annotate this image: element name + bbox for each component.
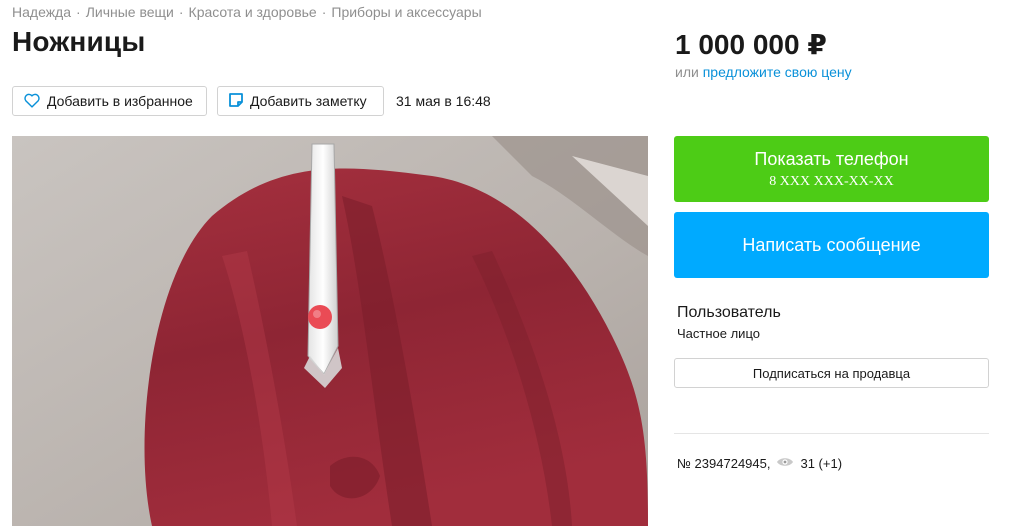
breadcrumb-item-beauty[interactable]: Красота и здоровье — [189, 4, 317, 20]
breadcrumb-separator: · — [178, 4, 184, 20]
breadcrumb-separator: · — [76, 4, 81, 20]
offer-prefix: или — [675, 64, 699, 80]
add-to-favorites-label: Добавить в избранное — [47, 93, 193, 109]
add-note-button[interactable]: Добавить заметку — [217, 86, 384, 116]
add-to-favorites-button[interactable]: Добавить в избранное — [12, 86, 207, 116]
breadcrumb-item-personal[interactable]: Личные вещи — [86, 4, 174, 20]
price: 1 000 000 ₽ — [675, 29, 827, 60]
eye-icon — [776, 456, 794, 471]
write-message-button[interactable]: Написать сообщение — [674, 212, 989, 278]
breadcrumb-item-city[interactable]: Надежда — [12, 4, 71, 20]
breadcrumb-item-devices[interactable]: Приборы и аксессуары — [331, 4, 481, 20]
seller-type: Частное лицо — [677, 326, 760, 341]
listing-meta: № 2394724945, 31 (+1) — [677, 456, 842, 471]
listing-date: 31 мая в 16:48 — [396, 93, 491, 109]
heart-icon — [23, 92, 41, 111]
phone-number-masked: 8 XXX XXX-XX-XX — [769, 173, 894, 189]
seller-name[interactable]: Пользователь — [677, 304, 781, 322]
breadcrumb: Надежда · Личные вещи · Красота и здоровье · П… — [12, 4, 482, 20]
write-message-label: Написать сообщение — [742, 234, 921, 255]
subscribe-seller-button[interactable]: Подписаться на продавца — [674, 358, 989, 388]
show-phone-button[interactable]: Показать телефон 8 XXX XXX-XX-XX — [674, 136, 989, 202]
page-title: Ножницы — [12, 26, 146, 57]
listing-photo[interactable] — [12, 136, 648, 526]
view-count: 31 (+1) — [800, 456, 843, 471]
show-phone-label: Показать телефон — [754, 148, 909, 169]
listing-id: № 2394724945, — [677, 456, 771, 471]
add-note-label: Добавить заметку — [250, 93, 367, 109]
breadcrumb-separator: · — [321, 4, 327, 20]
divider — [674, 433, 989, 434]
note-icon — [228, 92, 244, 111]
price-offer: или предложите свою цену — [675, 64, 852, 80]
subscribe-seller-label: Подписаться на продавца — [752, 365, 911, 381]
scissors-photo — [12, 136, 648, 526]
offer-price-link[interactable]: предложите свою цену — [703, 64, 852, 80]
